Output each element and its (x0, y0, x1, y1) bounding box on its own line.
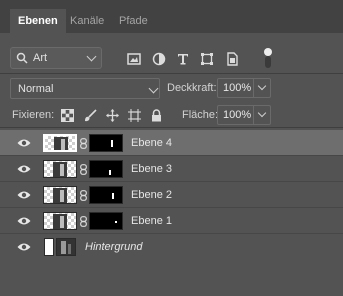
visibility-eye-icon[interactable] (17, 216, 31, 226)
opacity-value: 100% (223, 82, 252, 94)
fill-value: 100% (223, 109, 252, 121)
filter-toggle[interactable] (264, 48, 272, 70)
blend-row: Normal Deckkraft: 100% (0, 74, 343, 102)
layers-panel-empty-area (0, 261, 343, 296)
tab-pfade[interactable]: Pfade (119, 9, 148, 33)
thumbnail-image-detail (68, 244, 71, 254)
visibility-eye-icon[interactable] (17, 164, 31, 174)
mask-detail (115, 221, 117, 223)
fill-label: Fläche: (182, 109, 219, 121)
mask-detail (109, 170, 111, 175)
mask-detail (111, 140, 113, 147)
layers-list: Ebene 4 Ebene 3 Ebene 2 Ebene 1 Hintergr… (0, 128, 343, 261)
shape-filter-icon[interactable] (200, 52, 214, 66)
layer-name[interactable]: Ebene 1 (131, 215, 172, 227)
image-filter-icon[interactable] (127, 52, 141, 66)
layer-name[interactable]: Hintergrund (85, 241, 142, 253)
lock-paint-icon[interactable] (84, 109, 97, 122)
layer-row-ebene-4[interactable]: Ebene 4 (0, 130, 343, 156)
lock-all-icon[interactable] (150, 109, 163, 122)
layer-thumbnail[interactable] (43, 186, 77, 204)
layer-thumbnail[interactable] (43, 212, 77, 230)
thumbnail-image-detail (60, 216, 64, 228)
fill-dropdown[interactable] (253, 106, 270, 124)
thumbnail-image-detail (61, 139, 65, 150)
filter-kind-label: Art (33, 52, 48, 64)
layer-filter-select[interactable]: Art (10, 47, 102, 69)
lock-row: Fixieren: Fläche: 100% (0, 103, 343, 127)
layer-row-ebene-1[interactable]: Ebene 1 (0, 208, 343, 234)
layer-mask-thumbnail[interactable] (89, 186, 123, 204)
filter-row: Art (0, 42, 343, 72)
panel-tab-bar: Ebenen Kanäle Pfade (0, 0, 343, 33)
opacity-field[interactable]: 100% (217, 78, 271, 98)
layer-thumbnail[interactable] (43, 134, 77, 152)
toggle-knob (264, 48, 272, 56)
layer-name[interactable]: Ebene 3 (131, 163, 172, 175)
chevron-down-icon (86, 51, 97, 62)
mask-link-icon[interactable] (80, 164, 87, 175)
blend-mode-value: Normal (18, 83, 54, 95)
tab-kanaele[interactable]: Kanäle (70, 9, 104, 33)
opacity-dropdown[interactable] (253, 79, 270, 97)
adjustment-filter-icon[interactable] (152, 52, 166, 66)
visibility-eye-icon[interactable] (17, 138, 31, 148)
layers-panel: Ebenen Kanäle Pfade Art Normal Deckkraft… (0, 0, 343, 296)
layer-mask-thumbnail[interactable] (89, 212, 123, 230)
layer-row-ebene-3[interactable]: Ebene 3 (0, 156, 343, 182)
thumbnail-image (61, 241, 66, 254)
tab-ebenen[interactable]: Ebenen (10, 9, 66, 33)
opacity-label: Deckkraft: (167, 82, 217, 94)
mask-link-icon[interactable] (80, 216, 87, 227)
layer-name[interactable]: Ebene 4 (131, 137, 172, 149)
lock-artboard-icon[interactable] (128, 109, 141, 122)
background-image-thumbnail[interactable] (56, 238, 76, 256)
toggle-track (265, 56, 271, 68)
blend-mode-select[interactable]: Normal (10, 78, 160, 99)
fill-field[interactable]: 100% (217, 105, 271, 125)
visibility-eye-icon[interactable] (17, 190, 31, 200)
visibility-eye-icon[interactable] (17, 242, 31, 252)
layer-name[interactable]: Ebene 2 (131, 189, 172, 201)
chevron-down-icon (148, 83, 159, 94)
thumbnail-image-detail (60, 164, 64, 176)
mask-link-icon[interactable] (80, 138, 87, 149)
layer-row-hintergrund[interactable]: Hintergrund (0, 234, 343, 260)
layer-row-ebene-2[interactable]: Ebene 2 (0, 182, 343, 208)
layer-mask-thumbnail[interactable] (89, 134, 123, 152)
chevron-down-icon (257, 108, 267, 118)
thumbnail-image-detail (60, 190, 64, 202)
layer-mask-thumbnail[interactable] (89, 160, 123, 178)
smart-object-filter-icon[interactable] (225, 52, 239, 66)
layer-thumbnail[interactable] (43, 160, 77, 178)
type-filter-icon[interactable] (176, 52, 190, 66)
search-icon (16, 52, 28, 64)
mask-link-icon[interactable] (80, 190, 87, 201)
background-white-thumbnail[interactable] (44, 238, 54, 256)
lock-position-icon[interactable] (106, 109, 119, 122)
lock-transparent-icon[interactable] (61, 109, 74, 122)
chevron-down-icon (257, 81, 267, 91)
mask-detail (112, 193, 114, 199)
lock-label: Fixieren: (12, 109, 55, 121)
